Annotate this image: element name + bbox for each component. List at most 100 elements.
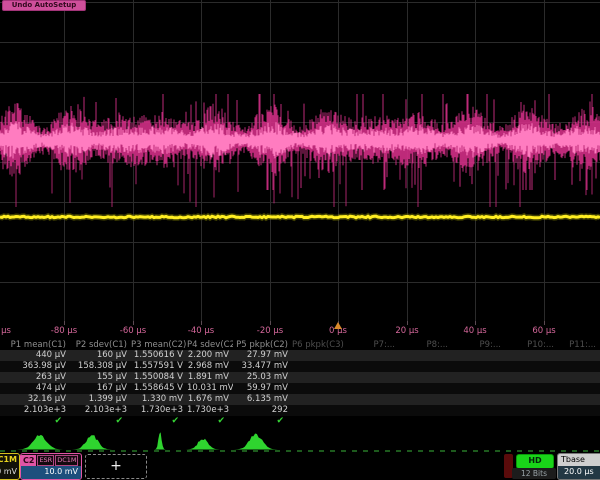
measure-histicon	[140, 432, 180, 449]
histicon-row	[0, 430, 600, 452]
measure-cell: 1.550616 V	[131, 350, 187, 361]
measure-cell	[292, 361, 346, 372]
measure-cell	[505, 383, 558, 394]
time-axis-label: 40 µs	[463, 326, 486, 336]
measure-cell: 1.557591 V	[131, 361, 187, 372]
trigger-position-marker[interactable]	[334, 322, 342, 329]
axis-tick	[475, 321, 476, 325]
axis-tick	[133, 321, 134, 325]
measure-cell: 1.676 mV	[187, 394, 233, 405]
c2-coupling-badge: DC1M	[55, 455, 78, 466]
descriptor-bar: DC1M 20.0 mV C2 ESR DC1M 10.0 mV + HD 12…	[0, 450, 600, 480]
c1-scale-value: 20.0 mV	[0, 466, 19, 479]
measure-cell	[505, 372, 558, 383]
measure-cell	[399, 350, 452, 361]
measure-cell: 363.98 µV	[0, 361, 70, 372]
measure-cell	[399, 394, 452, 405]
measure-cell	[399, 405, 452, 416]
measure-cell	[399, 361, 452, 372]
measure-cell	[452, 350, 505, 361]
measure-status-check: ✔	[233, 416, 292, 427]
measure-cell	[505, 361, 558, 372]
undo-autosetup-button[interactable]: Undo AutoSetup	[2, 0, 86, 11]
oscilloscope-screen: Undo AutoSetup -100 µs -80 µs -60 µs -40 µs…	[0, 0, 600, 480]
hd-bits-label: 12 Bits	[512, 468, 556, 479]
measure-cell: 440 µV	[0, 350, 70, 361]
waveform-grid	[0, 0, 600, 321]
timebase-value: 20.0 µs	[558, 466, 600, 479]
measure-cell	[558, 372, 600, 383]
measure-cell	[346, 394, 399, 405]
time-axis-label: -60 µs	[120, 326, 146, 336]
measure-cell: 1.558645 V	[131, 383, 187, 394]
measure-status-check	[558, 416, 600, 427]
histicon-baseline	[0, 450, 600, 452]
add-trace-button[interactable]: +	[85, 454, 147, 479]
measure-cell	[505, 350, 558, 361]
time-axis-label: -40 µs	[188, 326, 214, 336]
timebase-label: Tbase	[558, 454, 600, 466]
measure-cell: 27.97 mV	[233, 350, 292, 361]
measure-cell	[292, 405, 346, 416]
time-axis: -100 µs-80 µs-60 µs-40 µs-20 µs0 µs20 µs…	[0, 321, 600, 338]
measure-cell: 155 µV	[70, 372, 131, 383]
measure-cell	[452, 372, 505, 383]
c1-trace	[0, 216, 600, 218]
measure-cell: 59.97 mV	[233, 383, 292, 394]
measure-cell	[505, 405, 558, 416]
measure-cell	[346, 361, 399, 372]
measure-status-check	[505, 416, 558, 427]
axis-tick	[407, 321, 408, 325]
measure-cell	[346, 383, 399, 394]
axis-tick	[270, 321, 271, 325]
measure-cell: 1.730e+3	[187, 405, 233, 416]
measure-cell	[558, 383, 600, 394]
measure-status-check: ✔	[70, 416, 131, 427]
measure-cell: 2.200 mV	[187, 350, 233, 361]
c2-scale-value: 10.0 mV	[21, 466, 81, 479]
time-axis-label: -20 µs	[257, 326, 283, 336]
measure-cell	[558, 361, 600, 372]
measure-cell: 32.16 µV	[0, 394, 70, 405]
measure-status-check: ✔	[0, 416, 70, 427]
measure-histicon	[11, 435, 69, 450]
measure-cell: 25.03 mV	[233, 372, 292, 383]
measure-cell: 33.477 mV	[233, 361, 292, 372]
axis-tick	[64, 321, 65, 325]
measure-cell	[292, 394, 346, 405]
time-axis-label: -100 µs	[0, 326, 11, 336]
measure-status-check	[346, 416, 399, 427]
hd-mode-button[interactable]: HD	[516, 454, 554, 469]
measure-status-check	[292, 416, 346, 427]
time-axis-label: 60 µs	[532, 326, 555, 336]
measure-cell	[346, 350, 399, 361]
measure-cell: 158.308 µV	[70, 361, 131, 372]
measure-cell	[399, 383, 452, 394]
measure-cell	[558, 405, 600, 416]
axis-tick	[544, 321, 545, 325]
measure-cell: 2.103e+3	[70, 405, 131, 416]
measure-cell: 10.031 mV	[187, 383, 233, 394]
c2-esr-badge: ESR	[37, 455, 54, 466]
measure-cell: 1.730e+3	[131, 405, 187, 416]
channel-c1-descriptor[interactable]: DC1M 20.0 mV	[0, 453, 20, 480]
timebase-descriptor[interactable]: Tbase 20.0 µs	[557, 453, 600, 480]
measure-histicon	[180, 439, 226, 450]
measure-cell	[452, 361, 505, 372]
axis-tick	[201, 321, 202, 325]
time-axis-label: 20 µs	[395, 326, 418, 336]
measure-histicon	[66, 435, 118, 449]
c2-channel-label: C2	[21, 455, 36, 466]
channel-c2-descriptor[interactable]: C2 ESR DC1M 10.0 mV	[20, 453, 82, 480]
measure-status-check	[452, 416, 505, 427]
measure-status-check: ✔	[187, 416, 233, 427]
measurement-table: P1 mean(C1)P2 sdev(C1)P3 mean(C2)P4 sdev…	[0, 339, 600, 427]
measure-cell: 292	[233, 405, 292, 416]
measure-cell: 2.968 mV	[187, 361, 233, 372]
measure-histicon	[228, 434, 284, 450]
measure-cell	[558, 350, 600, 361]
measure-cell	[346, 405, 399, 416]
measure-status-check: ✔	[131, 416, 187, 427]
measure-cell	[292, 350, 346, 361]
time-axis-label: -80 µs	[51, 326, 77, 336]
